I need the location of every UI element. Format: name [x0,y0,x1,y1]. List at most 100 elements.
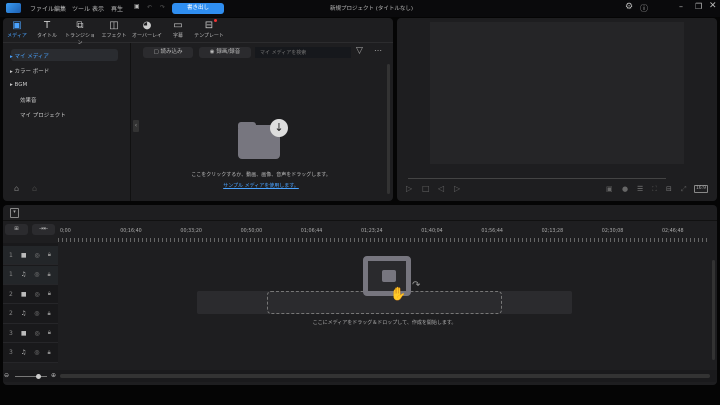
lock-icon[interactable]: 🔒︎ [48,251,51,259]
title-bar: ファイル 編集 ツール 表示 再生 ▣ ↶ ↷ 書き出し 新規プロジェクト (タ… [0,0,720,17]
minimize-icon[interactable]: – [679,2,683,11]
tab-overlay[interactable]: ◕ オーバーレイ [130,20,164,39]
track-number: 3 [9,329,13,337]
ruler-tick-label: 00;50;00 [240,229,263,234]
settings-gear-icon[interactable]: ⚙ [625,2,633,12]
stop-icon[interactable]: □ [422,184,430,193]
timeline-scrollbar[interactable] [712,260,715,360]
track-header-audio[interactable]: 2 ♫ ◎ 🔒︎ [3,305,58,324]
export-button[interactable]: 書き出し [172,3,224,14]
lock-icon[interactable]: 🔒︎ [48,290,51,298]
track-header-video[interactable]: 3 ■ ◎ 🔒︎ [3,324,58,343]
track-number: 3 [9,349,13,356]
visibility-icon[interactable]: ◎ [35,291,40,298]
notification-dot [214,19,217,22]
ruler-tick-label: 01;06;44 [300,229,323,234]
ruler-tick-label: 00;33;20 [180,229,202,234]
tab-effect[interactable]: ◫ エフェクト [97,20,131,39]
undo-icon[interactable]: ↶ [147,4,152,11]
sidebar-item-bgm[interactable]: ▸ BGM [10,82,27,88]
next-frame-icon[interactable]: ▷ [454,184,460,193]
tab-title[interactable]: T タイトル [30,20,64,39]
restore-icon[interactable]: ❐ [695,2,702,11]
drop-arrow-icon: ↷ [412,280,421,291]
zoom-slider-handle[interactable] [36,374,41,379]
app-logo [6,3,21,13]
redo-icon[interactable]: ↷ [160,4,165,11]
snapshot-icon[interactable]: ▣ [606,185,613,193]
mute-icon[interactable]: ◎ [34,271,39,278]
transition-icon: ⧉ [76,20,84,31]
timeline-toggle-icon[interactable]: ▾ [10,208,19,218]
track-header-audio[interactable]: 1 ♫ ◎ 🔒︎ [3,265,58,285]
zoom-out-icon[interactable]: ⊖ [4,372,9,379]
play-icon[interactable]: ▷ [406,184,412,193]
tab-subtitle[interactable]: ▭ 字幕 [161,20,195,39]
subtitle-toggle-icon[interactable]: ☰ [637,185,643,193]
video-track-icon: ■ [20,290,27,298]
grid-icon[interactable]: ⊟ [666,185,672,193]
mute-icon[interactable]: ◎ [34,310,39,317]
import-button[interactable]: ▢ 読み込み [143,47,193,58]
fit-timeline-button[interactable]: ⇥⇤ [32,224,55,235]
preview-screen [430,22,684,164]
lock-icon[interactable]: 🔒︎ [47,349,50,357]
overlay-icon: ◕ [142,20,152,31]
ruler-tick-label: 00;16;40 [120,229,142,234]
collapse-sidebar-button[interactable]: ‹ [133,120,139,132]
sidebar-item-my-media[interactable]: ▸ マイ メディア [10,52,49,60]
audio-track-icon: ♫ [20,271,27,278]
project-icon[interactable]: ▣ [134,3,140,10]
track-number: 1 [9,251,13,259]
sidebar-item-sfx[interactable]: 効果音 [20,96,37,104]
lock-icon[interactable]: 🔒︎ [47,310,50,318]
menu-play[interactable]: 再生 [111,4,123,13]
aspect-ratio-button[interactable]: 16:9 [694,185,708,193]
ruler-ticks [58,238,710,242]
sidebar-item-my-projects[interactable]: マイ プロジェクト [20,111,66,119]
track-header-video[interactable]: 1 ■ ◎ 🔒︎ [3,246,58,265]
visibility-icon[interactable]: ◎ [35,252,40,259]
track-number: 1 [9,271,13,278]
track-manager-button[interactable]: ⊞ [5,224,28,235]
prev-frame-icon[interactable]: ◁ [438,184,444,193]
tab-template[interactable]: ⊟ テンプレート [192,20,226,39]
zoom-slider[interactable] [15,376,47,377]
menu-edit[interactable]: 編集 [54,4,66,13]
sample-media-link[interactable]: サンプル メディアを使用します。 [133,182,389,189]
remove-tag-icon[interactable]: ⌂ [32,184,37,193]
tab-transition[interactable]: ⧉ トランジション [63,20,97,46]
menu-file[interactable]: ファイル [30,4,54,13]
media-empty-text[interactable]: ここをクリックするか、動画、画像、音声をドラッグします。 [133,171,389,178]
volume-icon[interactable]: ● [622,185,628,193]
lock-icon[interactable]: 🔒︎ [48,329,51,337]
track-header-video[interactable]: 2 ■ ◎ 🔒︎ [3,285,58,304]
fullscreen-icon[interactable]: ⤢ [681,185,687,194]
sidebar-item-color-board[interactable]: ▸ カラー ボード [10,67,49,75]
add-tag-icon[interactable]: ⌂ [14,184,19,193]
filter-icon[interactable]: ▽ [356,46,363,56]
visibility-icon[interactable]: ◎ [35,330,40,337]
lock-icon[interactable]: 🔒︎ [47,271,50,279]
menu-tools[interactable]: ツール [72,4,90,13]
timeline-horizontal-scrollbar[interactable] [60,374,710,378]
help-icon[interactable]: ⓘ [640,3,648,14]
ruler-tick-label: 01;40;04 [421,229,443,234]
zoom-in-icon[interactable]: ⊕ [51,372,56,379]
title-icon: T [43,20,51,31]
more-icon[interactable]: ⋯ [374,46,382,55]
tab-media[interactable]: ▣ メディア [0,20,34,39]
ruler-tick-label: 01;56;44 [481,229,503,234]
record-button[interactable]: ◉ 録画/録音 [199,47,251,58]
close-icon[interactable]: ✕ [709,1,717,11]
timeline-ruler[interactable]: 0;00 00;16;40 00;33;20 00;50;00 01;06;44 01;2… [58,225,710,243]
menu-view[interactable]: 表示 [92,4,104,13]
zoom-fit-icon[interactable]: ⛶ [652,185,657,194]
media-search-input[interactable] [255,47,351,58]
preview-seek-bar[interactable] [408,178,666,179]
ruler-tick-label: 02;13;28 [541,229,564,234]
media-icon: ▣ [12,20,22,31]
track-header-audio[interactable]: 3 ♫ ◎ 🔒︎ [3,344,58,363]
drop-instruction-text: ここにメディアをドラッグ＆ドロップして、作成を開始します。 [312,320,457,326]
mute-icon[interactable]: ◎ [34,349,39,356]
